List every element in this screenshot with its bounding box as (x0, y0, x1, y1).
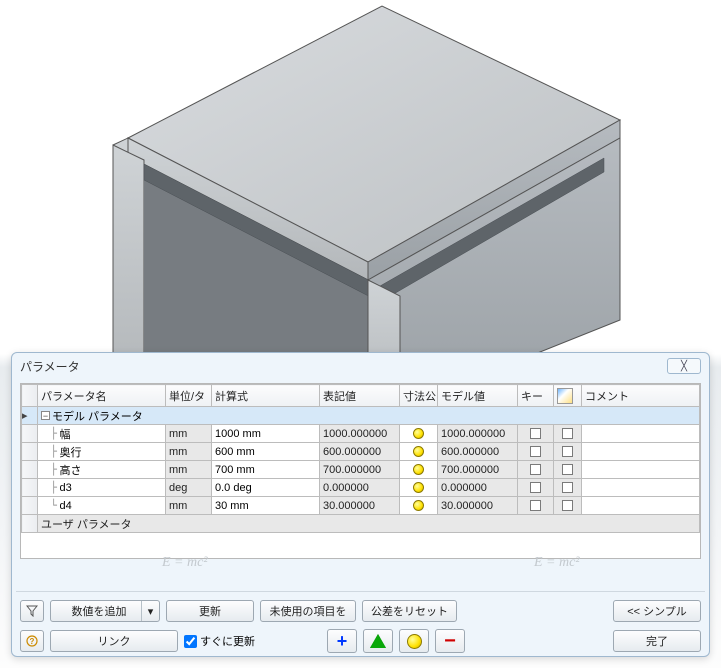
col-unit[interactable]: 単位/タ (166, 385, 212, 407)
circle-icon (407, 634, 422, 649)
simple-button[interactable]: << シンプル (613, 600, 701, 622)
dialog-title: パラメータ (20, 358, 667, 375)
export-icon (557, 388, 573, 404)
key-checkbox[interactable] (530, 500, 541, 511)
help-button[interactable]: ? (20, 630, 44, 652)
status-dot-icon[interactable] (413, 500, 424, 511)
table-row[interactable]: └ d4 mm 30 mm 30.000000 30.000000 (22, 497, 700, 515)
dropdown-arrow-icon[interactable]: ▾ (141, 601, 159, 621)
col-equation[interactable]: 計算式 (212, 385, 320, 407)
status-dot-icon[interactable] (413, 446, 424, 457)
status-dot-icon[interactable] (413, 428, 424, 439)
export-checkbox[interactable] (562, 500, 573, 511)
col-nominal[interactable]: 表記値 (320, 385, 400, 407)
table-row[interactable]: ├ 幅 mm 1000 mm 1000.000000 1000.000000 (22, 425, 700, 443)
svg-text:?: ? (30, 637, 35, 646)
auto-update-checkbox[interactable]: すぐに更新 (184, 633, 255, 649)
status-dot-icon[interactable] (413, 464, 424, 475)
parameters-grid[interactable]: パラメータ名 単位/タ 計算式 表記値 寸法公 モデル値 キー コメント ▸ (20, 383, 701, 559)
dialog-close-button[interactable]: ╳ (667, 358, 701, 374)
key-checkbox[interactable] (530, 464, 541, 475)
col-key[interactable]: キー (518, 385, 554, 407)
table-row[interactable]: ├ d3 deg 0.0 deg 0.000000 0.000000 (22, 479, 700, 497)
status-button[interactable] (399, 629, 429, 653)
grid-header-row: パラメータ名 単位/タ 計算式 表記値 寸法公 モデル値 キー コメント (22, 385, 700, 407)
col-model-value[interactable]: モデル値 (438, 385, 518, 407)
table-row[interactable]: ├ 高さ mm 700 mm 700.000000 700.000000 (22, 461, 700, 479)
col-tolerance[interactable]: 寸法公 (400, 385, 438, 407)
add-numeric-button[interactable]: 数値を追加 ▾ (50, 600, 160, 622)
tree-collapse-icon[interactable]: − (41, 411, 50, 420)
add-row-button[interactable]: + (327, 629, 357, 653)
clear-unused-button[interactable]: 未使用の項目を (260, 600, 356, 622)
parameters-dialog: パラメータ ╳ パラメータ名 単位/タ 計算式 表記値 寸法公 (11, 352, 710, 657)
key-checkbox[interactable] (530, 446, 541, 457)
col-name[interactable]: パラメータ名 (38, 385, 166, 407)
table-row[interactable]: ├ 奥行 mm 600 mm 600.000000 600.000000 (22, 443, 700, 461)
group-user-parameters[interactable]: ユーザ パラメータ (22, 515, 700, 533)
dialog-titlebar: パラメータ ╳ (12, 353, 709, 379)
export-checkbox[interactable] (562, 482, 573, 493)
link-button[interactable]: リンク (50, 630, 178, 652)
help-icon: ? (26, 635, 38, 647)
promote-button[interactable] (363, 629, 393, 653)
export-checkbox[interactable] (562, 464, 573, 475)
model-3d-view (0, 0, 721, 410)
group-model-parameters[interactable]: ▸ −モデル パラメータ (22, 407, 700, 425)
status-dot-icon[interactable] (413, 482, 424, 493)
key-checkbox[interactable] (530, 482, 541, 493)
delete-row-button[interactable]: − (435, 629, 465, 653)
update-button[interactable]: 更新 (166, 600, 254, 622)
reset-tolerance-button[interactable]: 公差をリセット (362, 600, 457, 622)
funnel-icon (26, 605, 38, 617)
key-checkbox[interactable] (530, 428, 541, 439)
export-checkbox[interactable] (562, 428, 573, 439)
done-button[interactable]: 完了 (613, 630, 701, 652)
col-export[interactable] (554, 385, 582, 407)
col-comment[interactable]: コメント (582, 385, 700, 407)
filter-button[interactable] (20, 600, 44, 622)
triangle-up-icon (370, 634, 386, 648)
export-checkbox[interactable] (562, 446, 573, 457)
